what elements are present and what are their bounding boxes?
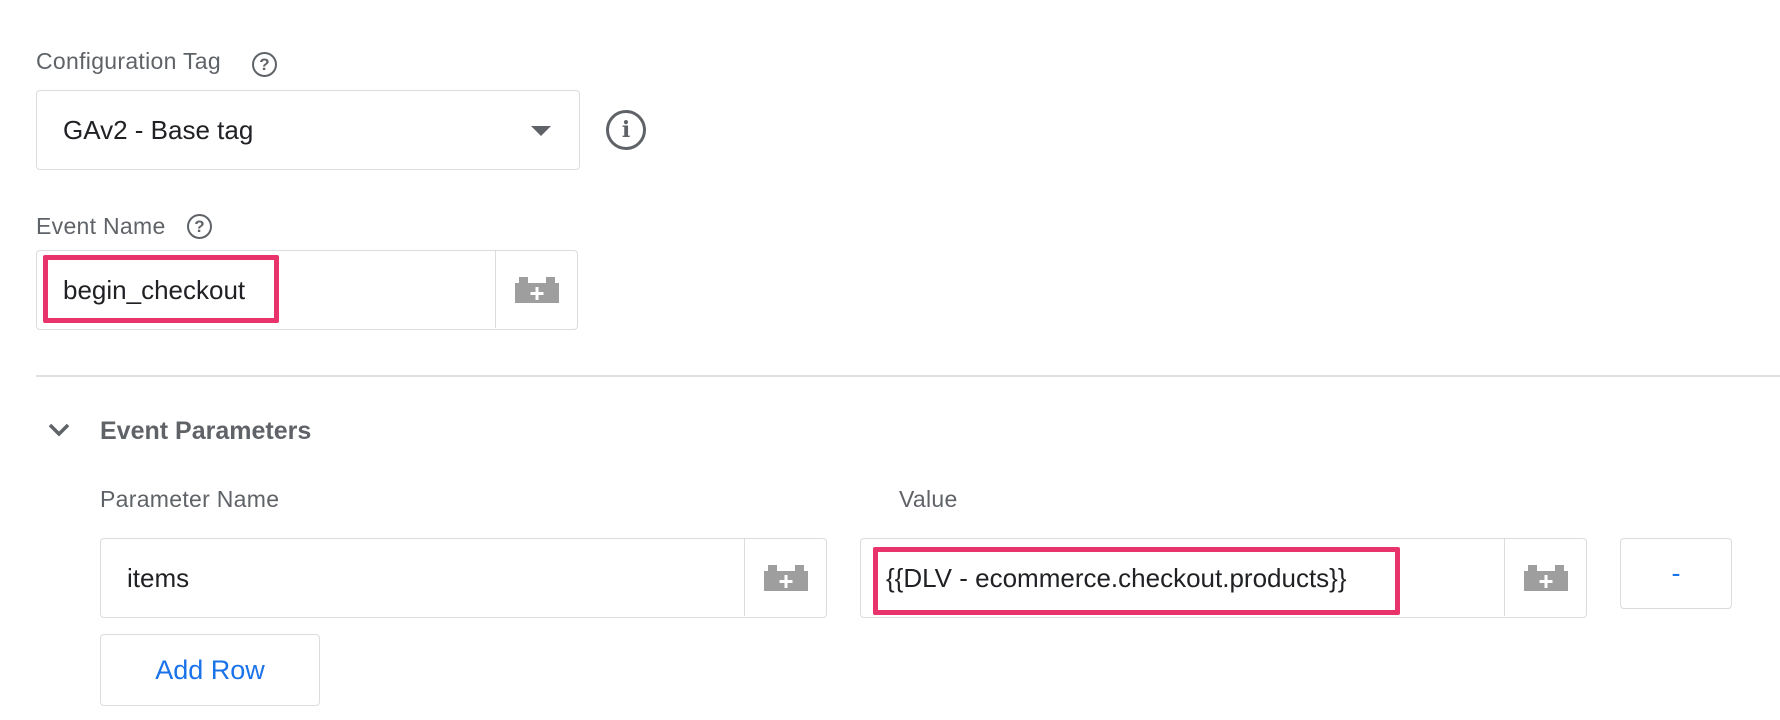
section-divider: [36, 375, 1780, 377]
config-tag-dropdown[interactable]: GAv2 - Base tag: [36, 90, 580, 170]
parameter-name-column-header: Parameter Name: [100, 486, 280, 512]
parameter-value-input[interactable]: {{DLV - ecommerce.checkout.products}}: [886, 563, 1347, 594]
variable-brick-icon: [763, 564, 808, 591]
remove-row-button[interactable]: -: [1620, 538, 1732, 609]
config-tag-label: Configuration Tag: [36, 48, 221, 74]
variable-brick-icon: [1523, 564, 1568, 591]
parameter-name-field[interactable]: items: [100, 538, 827, 618]
info-icon[interactable]: i: [606, 110, 646, 150]
event-parameters-title[interactable]: Event Parameters: [100, 417, 311, 446]
add-row-button[interactable]: Add Row: [100, 634, 320, 706]
config-tag-selected-value: GAv2 - Base tag: [63, 115, 254, 145]
event-name-field[interactable]: begin_checkout: [36, 250, 578, 330]
event-name-help-icon[interactable]: ?: [187, 214, 212, 239]
parameter-name-variable-button[interactable]: [744, 539, 826, 616]
parameter-value-variable-button[interactable]: [1504, 539, 1586, 616]
value-column-header: Value: [899, 486, 958, 512]
event-name-label: Event Name: [36, 213, 166, 239]
event-name-variable-button[interactable]: [495, 251, 577, 328]
parameter-value-field[interactable]: {{DLV - ecommerce.checkout.products}}: [860, 538, 1587, 618]
caret-down-icon: [531, 126, 551, 136]
config-tag-help-icon[interactable]: ?: [252, 52, 277, 77]
event-name-input[interactable]: begin_checkout: [63, 275, 245, 306]
chevron-down-icon[interactable]: [46, 420, 76, 444]
parameter-name-input[interactable]: items: [127, 563, 189, 594]
variable-brick-icon: [514, 276, 559, 303]
